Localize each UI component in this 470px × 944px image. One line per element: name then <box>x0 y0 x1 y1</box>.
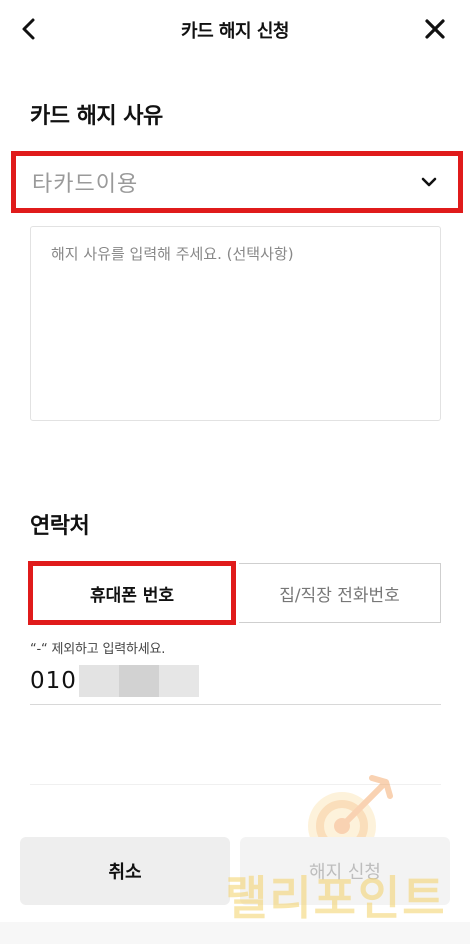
chevron-down-icon <box>421 177 437 187</box>
reason-textarea[interactable]: 해지 사유를 입력해 주세요. (선택사항) <box>30 226 441 421</box>
divider <box>30 784 441 785</box>
contact-section-title: 연락처 <box>30 514 90 539</box>
reason-section-title: 카드 해지 사유 <box>30 104 163 129</box>
page-title: 카드 해지 신청 <box>181 21 289 42</box>
phone-number-input[interactable]: 010 <box>30 657 441 705</box>
reason-selected-value: 타카드이용 <box>32 172 139 197</box>
submit-termination-button[interactable]: 해지 신청 <box>240 837 450 905</box>
tab-home-work-phone[interactable]: 집/직장 전화번호 <box>239 563 441 623</box>
close-icon <box>425 19 445 39</box>
cancel-button[interactable]: 취소 <box>20 837 230 905</box>
close-button[interactable] <box>422 16 448 42</box>
masked-phone-digits <box>78 664 199 697</box>
phone-prefix: 010 <box>30 667 77 694</box>
reason-dropdown[interactable]: 타카드이용 <box>11 151 463 213</box>
phone-input-hint: “-“ 제외하고 입력하세요. <box>30 642 166 657</box>
tab-mobile-phone[interactable]: 휴대폰 번호 <box>28 561 236 625</box>
app-header: 카드 해지 신청 <box>0 0 470 58</box>
bottom-bar <box>0 922 470 944</box>
